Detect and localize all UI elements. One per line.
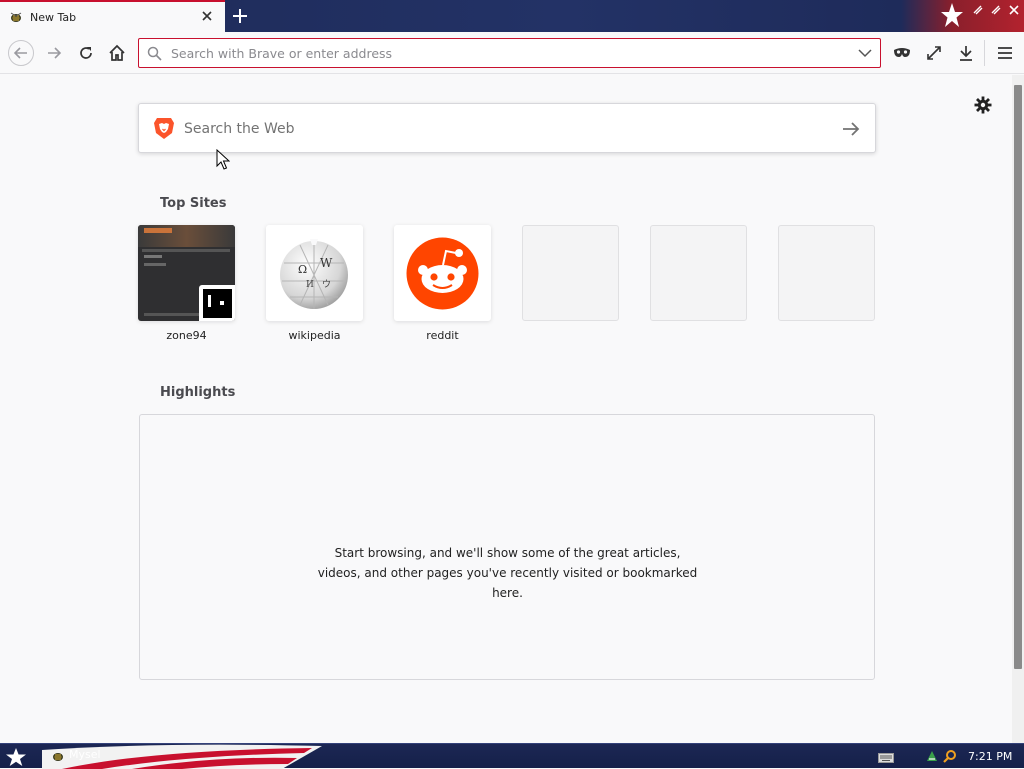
site-label: reddit xyxy=(426,329,459,342)
taskbar-app-label[interactable]: Mysel xyxy=(69,748,101,761)
top-site-zone94[interactable]: zone94 xyxy=(138,225,235,342)
thumbnail-logo xyxy=(144,228,172,233)
hamburger-menu-icon xyxy=(998,47,1012,59)
expand-icon xyxy=(927,46,941,60)
site-thumbnail xyxy=(394,225,491,321)
mouse-pointer-icon xyxy=(216,149,230,170)
highlights-empty-message: Start browsing, and we'll show some of t… xyxy=(317,546,698,600)
new-tab-plus-icon[interactable] xyxy=(230,6,250,26)
svg-text:ウ: ウ xyxy=(322,279,331,290)
highlights-heading: Highlights xyxy=(160,385,236,400)
top-site-empty-slot[interactable] xyxy=(522,225,619,329)
close-window-icon[interactable] xyxy=(1008,4,1020,16)
top-sites-heading: Top Sites xyxy=(160,196,227,211)
thumbnail-line xyxy=(144,313,199,316)
maximize-window-icon[interactable] xyxy=(990,4,1002,16)
close-tab-icon[interactable] xyxy=(199,8,215,24)
search-icon xyxy=(147,46,162,61)
site-thumbnail xyxy=(138,225,235,321)
web-search-input[interactable] xyxy=(184,118,824,140)
home-button[interactable] xyxy=(105,41,129,65)
thumbnail-bar xyxy=(142,249,230,252)
taskbar: Mysel 7:21 PM xyxy=(0,743,1024,769)
toolbar-divider xyxy=(984,40,985,66)
favicon-box xyxy=(199,285,235,321)
svg-text:И: И xyxy=(306,280,314,290)
bee-favicon-icon xyxy=(10,12,22,22)
reddit-alien-icon xyxy=(406,237,479,310)
empty-tile xyxy=(522,225,619,321)
navigation-toolbar xyxy=(0,32,1024,74)
zone94-favicon-icon xyxy=(203,289,232,318)
reload-icon xyxy=(80,47,92,59)
site-thumbnail: Ω W И ウ xyxy=(266,225,363,321)
thumbnail-line xyxy=(144,263,166,266)
forward-button[interactable] xyxy=(42,41,66,65)
new-tab-page: Top Sites zone94 xyxy=(0,75,1012,743)
downloads-button[interactable] xyxy=(954,41,978,65)
tab-new-tab[interactable]: New Tab xyxy=(0,0,225,33)
top-site-wikipedia[interactable]: Ω W И ウ wikipedia xyxy=(266,225,363,342)
thumbnail-line xyxy=(144,255,162,258)
arrow-left-icon xyxy=(13,47,27,59)
site-label: wikipedia xyxy=(288,329,341,342)
back-button[interactable] xyxy=(8,40,34,66)
bee-app-icon[interactable] xyxy=(50,749,66,763)
top-site-empty-slot[interactable] xyxy=(778,225,875,329)
empty-tile xyxy=(778,225,875,321)
menu-button[interactable] xyxy=(993,41,1017,65)
svg-text:Ω: Ω xyxy=(298,263,307,276)
mask-icon xyxy=(894,48,910,57)
taskbar-clock: 7:21 PM xyxy=(968,750,1013,763)
keyboard-icon[interactable] xyxy=(878,753,894,763)
tab-title: New Tab xyxy=(30,11,77,24)
star-icon xyxy=(941,3,963,27)
top-site-empty-slot[interactable] xyxy=(650,225,747,329)
empty-tile xyxy=(650,225,747,321)
chevron-down-icon[interactable] xyxy=(858,47,872,59)
address-input[interactable] xyxy=(171,43,851,63)
arrow-right-icon xyxy=(48,47,62,59)
gear-icon[interactable] xyxy=(973,95,993,115)
svg-text:W: W xyxy=(320,256,333,270)
top-site-reddit[interactable]: reddit xyxy=(394,225,491,342)
highlights-panel: Start browsing, and we'll show some of t… xyxy=(139,414,875,680)
network-tray-icon[interactable] xyxy=(925,749,939,763)
site-label: zone94 xyxy=(166,329,207,342)
download-icon xyxy=(960,46,972,61)
reload-button[interactable] xyxy=(74,41,98,65)
arrow-right-icon[interactable] xyxy=(839,117,863,141)
web-search-box[interactable] xyxy=(138,103,876,153)
tab-strip: New Tab xyxy=(0,0,1024,33)
home-icon xyxy=(109,44,125,61)
minimize-window-icon[interactable] xyxy=(972,4,984,16)
brave-lion-icon xyxy=(154,118,174,139)
private-mask-button[interactable] xyxy=(890,41,914,65)
start-star-icon[interactable] xyxy=(5,747,27,767)
fullscreen-button[interactable] xyxy=(922,41,946,65)
search-tray-icon[interactable] xyxy=(943,749,957,763)
scrollbar-thumb[interactable] xyxy=(1014,85,1022,669)
address-bar[interactable] xyxy=(138,38,881,68)
wikipedia-globe-icon: Ω W И ウ xyxy=(280,239,348,309)
